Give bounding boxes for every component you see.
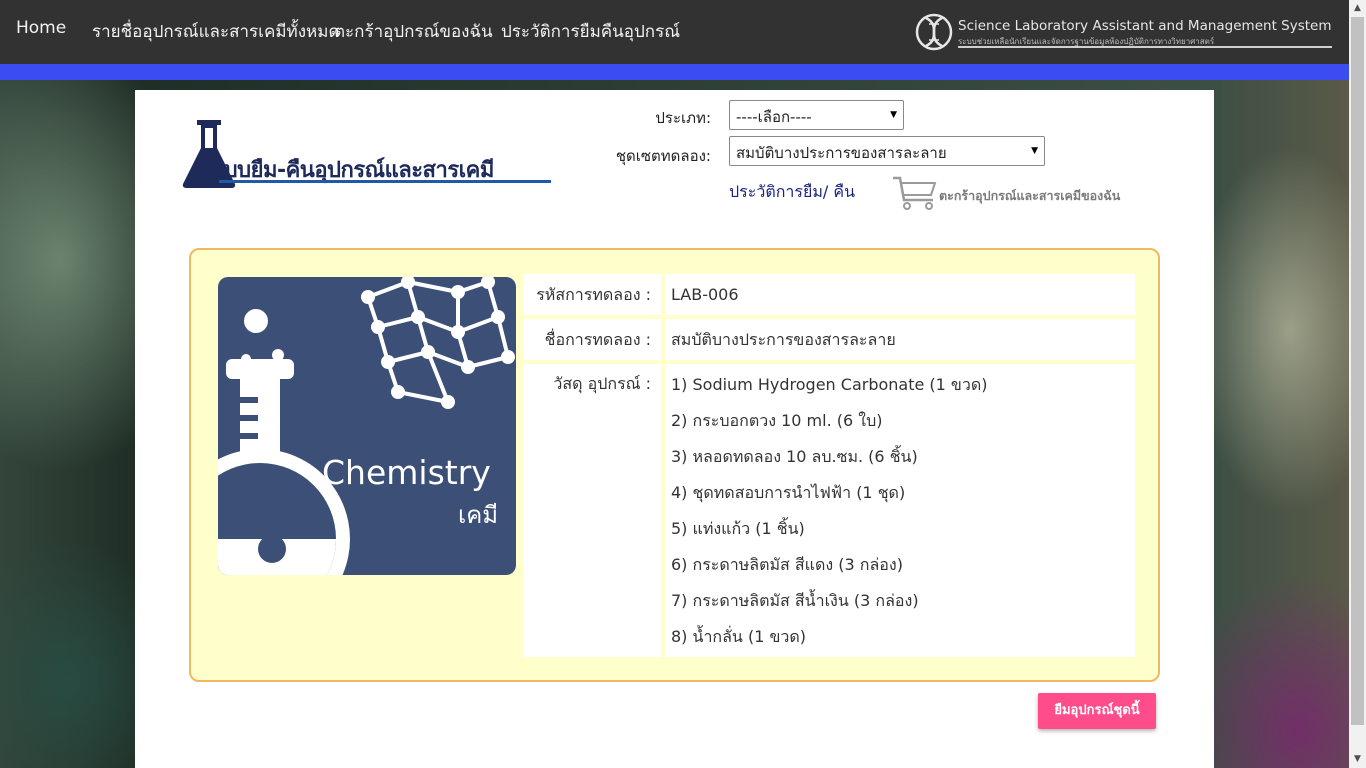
code-value: LAB-006 bbox=[665, 274, 1135, 315]
page-scrollbar[interactable]: ▲ ▼ bbox=[1349, 0, 1366, 768]
scroll-up-icon[interactable]: ▲ bbox=[1349, 0, 1366, 17]
borrow-set-button[interactable]: ยืมอุปกรณ์ชุดนี้ bbox=[1038, 693, 1156, 729]
brand-title: Science Laboratory Assistant and Managem… bbox=[958, 18, 1332, 34]
type-select[interactable]: ----เลือก---- ▼ bbox=[729, 100, 904, 130]
list-item: 8) น้ำกลั่น (1 ขวด) bbox=[671, 627, 807, 646]
accent-strip bbox=[0, 64, 1349, 80]
list-item: 7) กระดาษลิตมัส สีน้ำเงิน (3 กล่อง) bbox=[671, 591, 919, 610]
experiment-set-select[interactable]: สมบัติบางประการของสารละลาย ▼ bbox=[729, 136, 1045, 166]
top-navbar: Home รายชื่ออุปกรณ์และสารเคมีทั้งหมด ตะก… bbox=[0, 0, 1349, 64]
set-label: ชุดเซตทดลอง: bbox=[615, 147, 711, 165]
list-item: 4) ชุดทดสอบการนำไฟฟ้า (1 ชุด) bbox=[671, 483, 906, 502]
logo-underline bbox=[219, 180, 551, 183]
brand-underline bbox=[958, 46, 1332, 48]
cart-icon bbox=[893, 176, 937, 210]
name-label: ชื่อการทดลอง : bbox=[523, 319, 661, 360]
experiment-card: Chemistry เคมี รหัสการทดลอง : LAB-006 ชื… bbox=[189, 248, 1160, 682]
chemistry-thai-label: เคมี bbox=[458, 501, 499, 529]
list-item: 3) หลอดทดลอง 10 ลบ.ซม. (6 ชิ้น) bbox=[671, 447, 918, 466]
site-logo[interactable]: ระบบยืม-คืนอุปกรณ์และสารเคมี bbox=[179, 118, 559, 190]
list-item: 2) กระบอกตวง 10 ml. (6 ใบ) bbox=[671, 411, 883, 430]
chevron-down-icon: ▼ bbox=[890, 110, 897, 120]
main-panel: ระบบยืม-คืนอุปกรณ์และสารเคมี ประเภท: ---… bbox=[135, 90, 1214, 768]
materials-list: 1) Sodium Hydrogen Carbonate (1 ขวด) 2) … bbox=[665, 364, 1135, 657]
nav-home[interactable]: Home bbox=[16, 18, 66, 38]
list-item: 1) Sodium Hydrogen Carbonate (1 ขวด) bbox=[671, 375, 988, 394]
type-label: ประเภท: bbox=[655, 109, 711, 127]
chemistry-image: Chemistry เคมี bbox=[218, 277, 516, 575]
materials-label: วัสดุ อุปกรณ์ : bbox=[523, 364, 661, 657]
cart-label: ตะกร้าอุปกรณ์และสารเคมีของฉัน bbox=[939, 188, 1121, 203]
brand-logo[interactable]: Science Laboratory Assistant and Managem… bbox=[914, 12, 1334, 52]
dna-icon bbox=[915, 13, 953, 51]
list-item: 6) กระดาษลิตมัส สีแดง (3 กล่อง) bbox=[671, 555, 903, 574]
chevron-down-icon: ▼ bbox=[1031, 146, 1038, 156]
nav-my-cart[interactable]: ตะกร้าอุปกรณ์ของฉัน bbox=[334, 18, 493, 45]
type-select-value: ----เลือก---- bbox=[736, 108, 812, 126]
nav-borrow-history[interactable]: ประวัติการยืมคืนอุปกรณ์ bbox=[501, 18, 680, 45]
my-cart-link[interactable]: ตะกร้าอุปกรณ์และสารเคมีของฉัน bbox=[891, 174, 1131, 214]
history-link[interactable]: ประวัติการยืม/ คืน bbox=[729, 180, 855, 205]
scroll-down-icon[interactable]: ▼ bbox=[1349, 751, 1366, 768]
set-select-value: สมบัติบางประการของสารละลาย bbox=[736, 144, 947, 162]
list-item: 5) แท่งแก้ว (1 ชิ้น) bbox=[671, 519, 805, 538]
nav-all-equipment[interactable]: รายชื่ออุปกรณ์และสารเคมีทั้งหมด bbox=[92, 18, 340, 45]
code-label: รหัสการทดลอง : bbox=[523, 274, 661, 315]
name-value: สมบัติบางประการของสารละลาย bbox=[665, 319, 1135, 360]
scrollbar-thumb[interactable] bbox=[1351, 17, 1364, 725]
chemistry-label: Chemistry bbox=[322, 453, 491, 492]
